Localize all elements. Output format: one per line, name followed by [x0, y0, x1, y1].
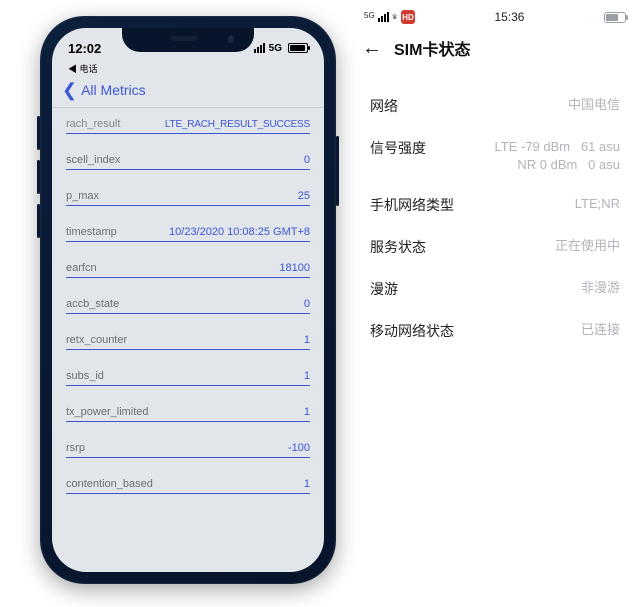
list-item[interactable]: 信号强度 LTE -79 dBm 61 asuNR 0 dBm 0 asu [370, 138, 620, 173]
signal-type: 5G [269, 43, 282, 54]
ios-status-right: 5G [254, 43, 308, 54]
metric-value: 0 [304, 298, 310, 310]
list-item[interactable]: 服务状态 正在使用中 [370, 237, 620, 257]
battery-icon [604, 12, 626, 23]
signal-bars-icon [254, 43, 265, 53]
metric-row[interactable]: earfcn 18100 [66, 242, 310, 278]
metric-key: rach_result [66, 118, 120, 130]
metric-value: LTE_RACH_RESULT_SUCCESS [165, 119, 310, 130]
android-time: 15:36 [494, 10, 524, 24]
list-item[interactable]: 网络 中国电信 [370, 96, 620, 116]
metric-row[interactable]: p_max 25 [66, 170, 310, 206]
metric-value: 0 [304, 154, 310, 166]
titlebar: ← SIM卡状态 [360, 30, 630, 78]
page-title: SIM卡状态 [394, 36, 470, 60]
signal-bars-icon [378, 12, 389, 22]
crown-icon: ♛ [392, 13, 398, 21]
kv-label: 漫游 [370, 279, 398, 299]
nav-back[interactable]: ❮ All Metrics [52, 79, 324, 108]
metric-row[interactable]: accb_state 0 [66, 278, 310, 314]
metric-key: retx_counter [66, 334, 127, 346]
android-statusbar: 5G ♛ HD 15:36 [360, 8, 630, 30]
kv-label: 信号强度 [370, 138, 426, 158]
metric-key: tx_power_limited [66, 406, 149, 418]
carrier-back[interactable]: ◀ 电话 [52, 62, 324, 79]
kv-value: 中国电信 [568, 96, 620, 114]
iphone-mockup: 12:02 5G ◀ 电话 ❮ All Metrics rach_result L… [40, 16, 336, 584]
metric-row[interactable]: retx_counter 1 [66, 314, 310, 350]
nav-title: All Metrics [81, 82, 146, 98]
kv-value: 非漫游 [581, 279, 620, 297]
metric-key: earfcn [66, 262, 97, 274]
device-screen: 12:02 5G ◀ 电话 ❮ All Metrics rach_result L… [52, 28, 324, 572]
kv-label: 手机网络类型 [370, 195, 454, 215]
metric-value: 18100 [279, 262, 310, 274]
metric-value: 1 [304, 406, 310, 418]
metric-value: 1 [304, 478, 310, 490]
metric-row[interactable]: rach_result LTE_RACH_RESULT_SUCCESS [66, 112, 310, 134]
metric-row[interactable]: timestamp 10/23/2020 10:08:25 GMT+8 [66, 206, 310, 242]
sim-kv-list: 网络 中国电信 信号强度 LTE -79 dBm 61 asuNR 0 dBm 0 … [360, 78, 630, 341]
metric-value: 25 [298, 190, 310, 202]
kv-label: 移动网络状态 [370, 321, 454, 341]
metric-key: rsrp [66, 442, 85, 454]
metric-key: subs_id [66, 370, 104, 382]
metric-row[interactable]: scell_index 0 [66, 134, 310, 170]
ios-time: 12:02 [68, 41, 101, 56]
network-5g-icon: 5G [364, 11, 375, 20]
device-frame: 12:02 5G ◀ 电话 ❮ All Metrics rach_result L… [40, 16, 336, 584]
chevron-left-icon: ❮ [62, 81, 77, 99]
kv-value: LTE -79 dBm 61 asuNR 0 dBm 0 asu [495, 138, 621, 173]
metric-key: accb_state [66, 298, 119, 310]
metric-row[interactable]: rsrp -100 [66, 422, 310, 458]
metric-value: 1 [304, 334, 310, 346]
hd-badge: HD [401, 10, 415, 24]
metric-row[interactable]: subs_id 1 [66, 350, 310, 386]
kv-value: LTE;NR [575, 195, 620, 213]
metric-key: timestamp [66, 226, 117, 238]
metric-value: -100 [288, 442, 310, 454]
back-arrow-icon[interactable]: ← [362, 38, 382, 58]
metric-key: scell_index [66, 154, 120, 166]
notch [122, 28, 254, 52]
metric-row[interactable]: tx_power_limited 1 [66, 386, 310, 422]
list-item[interactable]: 手机网络类型 LTE;NR [370, 195, 620, 215]
battery-icon [288, 43, 308, 53]
list-item[interactable]: 漫游 非漫游 [370, 279, 620, 299]
metric-row[interactable]: contention_based 1 [66, 458, 310, 494]
kv-value: 正在使用中 [555, 237, 620, 255]
list-item[interactable]: 移动网络状态 已连接 [370, 321, 620, 341]
metric-value: 10/23/2020 10:08:25 GMT+8 [169, 226, 310, 238]
metric-key: contention_based [66, 478, 153, 490]
metrics-list: rach_result LTE_RACH_RESULT_SUCCESS scell… [52, 108, 324, 514]
sim-status-panel: 5G ♛ HD 15:36 ← SIM卡状态 网络 中国电信 信号强度 LTE -7… [360, 8, 630, 341]
kv-label: 服务状态 [370, 237, 426, 257]
kv-value: 已连接 [581, 321, 620, 339]
kv-label: 网络 [370, 96, 398, 116]
metric-key: p_max [66, 190, 99, 202]
metric-value: 1 [304, 370, 310, 382]
